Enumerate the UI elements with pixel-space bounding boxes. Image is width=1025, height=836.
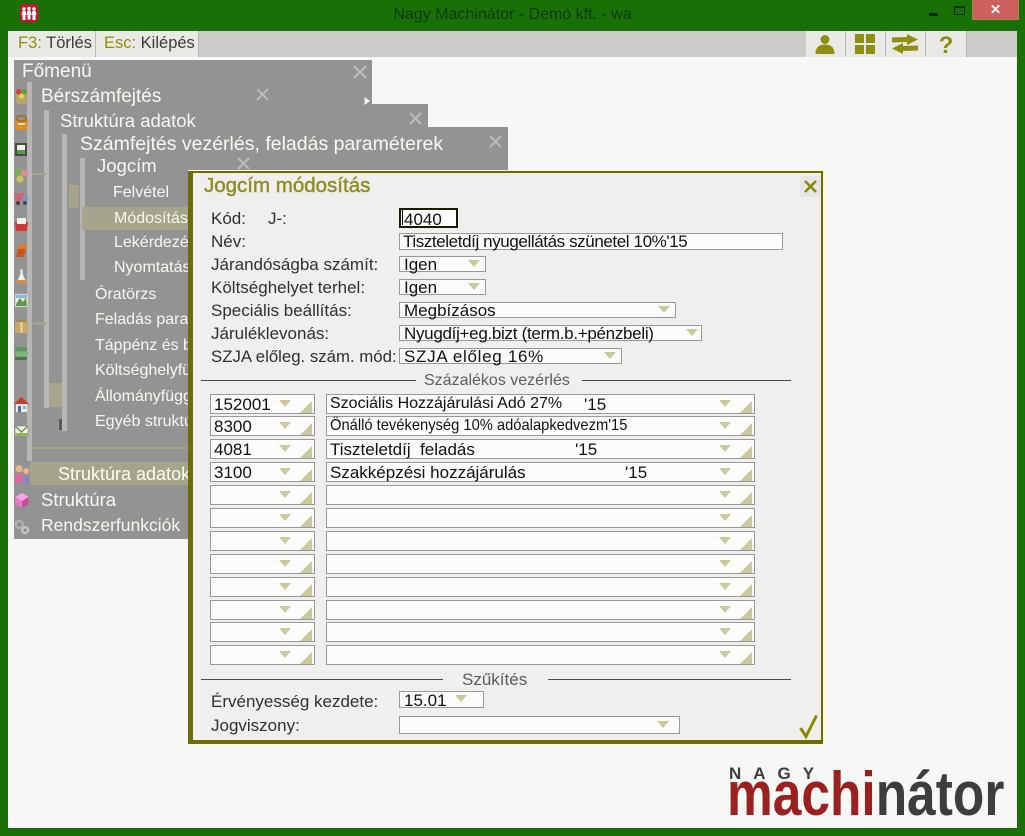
svg-text:machinátor: machinátor	[727, 760, 1004, 825]
